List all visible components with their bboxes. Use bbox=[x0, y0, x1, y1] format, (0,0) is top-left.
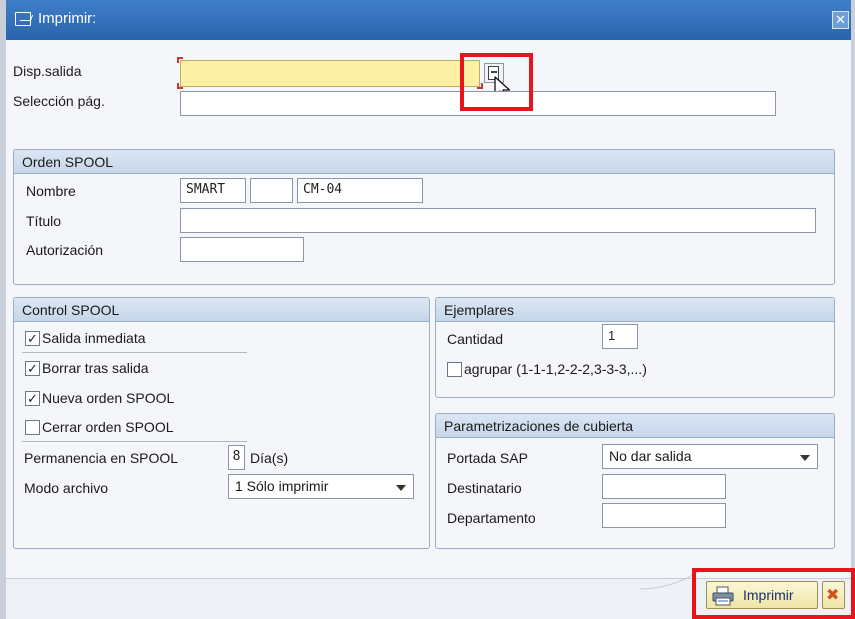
department-label: Departamento bbox=[447, 510, 536, 526]
retention-label: Permanencia en SPOOL bbox=[24, 450, 179, 466]
separator bbox=[22, 352, 247, 353]
immediate-output-checkbox[interactable]: ✓ bbox=[25, 331, 40, 346]
name-field-3[interactable]: CM-04 bbox=[297, 178, 423, 203]
spool-request-header: Orden SPOOL bbox=[14, 150, 834, 174]
window-title: Imprimir: bbox=[38, 10, 97, 27]
name-field-2[interactable] bbox=[250, 178, 293, 203]
spool-request-title: Orden SPOOL bbox=[22, 154, 114, 170]
immediate-output-label: Salida inmediata bbox=[42, 330, 146, 346]
retention-unit: Día(s) bbox=[250, 450, 289, 466]
delete-after-output-label: Borrar tras salida bbox=[42, 360, 149, 376]
close-spool-request-label: Cerrar orden SPOOL bbox=[42, 419, 174, 435]
title-bar: Imprimir: ✕ bbox=[6, 0, 851, 40]
collate-checkbox[interactable] bbox=[447, 362, 462, 377]
department-input[interactable] bbox=[602, 503, 726, 528]
cover-page-title: Parametrizaciones de cubierta bbox=[444, 418, 634, 434]
page-selection-label: Selección pág. bbox=[13, 93, 105, 109]
print-dialog-icon bbox=[15, 12, 31, 26]
separator bbox=[22, 441, 247, 442]
authorization-label: Autorización bbox=[26, 242, 104, 258]
new-spool-request-label: Nueva orden SPOOL bbox=[42, 390, 175, 406]
chevron-down-icon bbox=[800, 455, 810, 461]
copies-title: Ejemplares bbox=[444, 302, 515, 318]
retention-input[interactable]: 8 bbox=[228, 445, 245, 470]
output-device-input[interactable] bbox=[180, 60, 480, 87]
spool-control-header: Control SPOOL bbox=[14, 298, 429, 322]
name-label: Nombre bbox=[26, 183, 76, 199]
output-device-label: Disp.salida bbox=[13, 63, 82, 79]
authorization-input[interactable] bbox=[180, 237, 304, 262]
new-spool-request-checkbox[interactable]: ✓ bbox=[25, 391, 40, 406]
sap-cover-label: Portada SAP bbox=[447, 450, 528, 466]
collate-label: agrupar (1-1-1,2-2-2,3-3-3,...) bbox=[464, 361, 647, 377]
close-button[interactable]: ✕ bbox=[832, 11, 849, 29]
sap-cover-value: No dar salida bbox=[609, 448, 692, 464]
archive-mode-label: Modo archivo bbox=[24, 480, 109, 496]
recipient-label: Destinatario bbox=[447, 480, 522, 496]
archive-mode-select[interactable]: 1 Sólo imprimir bbox=[228, 474, 414, 499]
spool-control-title: Control SPOOL bbox=[22, 302, 120, 318]
chevron-down-icon bbox=[396, 485, 406, 491]
title-input[interactable] bbox=[180, 208, 816, 233]
focus-corner-bl bbox=[177, 83, 183, 89]
close-spool-request-checkbox[interactable] bbox=[25, 420, 40, 435]
quantity-label: Cantidad bbox=[447, 331, 504, 347]
highlight-possible-entries bbox=[460, 53, 533, 111]
cover-page-header: Parametrizaciones de cubierta bbox=[436, 414, 834, 438]
button-bar-curve bbox=[640, 571, 699, 590]
sap-cover-select[interactable]: No dar salida bbox=[602, 444, 818, 469]
name-field-1[interactable]: SMART bbox=[180, 178, 246, 203]
highlight-print-buttons bbox=[692, 568, 855, 619]
copies-header: Ejemplares bbox=[436, 298, 834, 322]
quantity-input[interactable]: 1 bbox=[602, 324, 638, 349]
title-label: Título bbox=[26, 213, 62, 229]
delete-after-output-checkbox[interactable]: ✓ bbox=[25, 361, 40, 376]
recipient-input[interactable] bbox=[602, 474, 726, 499]
archive-mode-value: 1 Sólo imprimir bbox=[235, 478, 329, 494]
focus-corner-tl bbox=[177, 57, 183, 63]
